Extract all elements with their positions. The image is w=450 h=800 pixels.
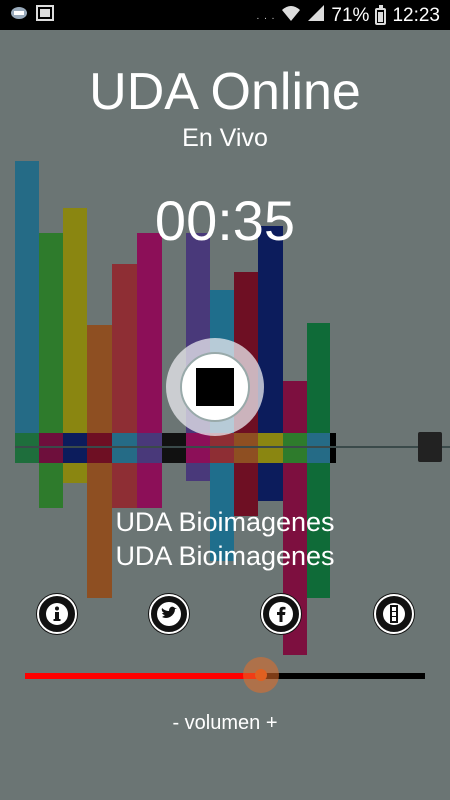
eq-bar [39, 233, 63, 433]
twitter-button[interactable] [149, 594, 189, 634]
eq-bar [234, 433, 258, 463]
volume-slider-thumb[interactable] [243, 657, 279, 693]
track-artist: UDA Bioimagenes [115, 541, 335, 571]
eq-bar [210, 433, 234, 463]
live-subtitle: En Vivo [182, 124, 268, 152]
volume-thumb-center [255, 669, 267, 681]
eq-bar [258, 463, 283, 501]
eq-bar [15, 433, 39, 463]
stop-icon [196, 368, 234, 406]
elapsed-time: 00:35 [154, 189, 296, 252]
facebook-icon [269, 602, 293, 626]
eq-bar [307, 433, 330, 463]
action-icons-row [0, 592, 450, 636]
eq-bar [87, 433, 112, 463]
eq-bar [39, 433, 63, 463]
eq-bar [112, 463, 137, 508]
eq-bar [162, 433, 186, 463]
volume-slider-fill [25, 673, 261, 679]
eq-bar [330, 433, 336, 463]
eq-bar [112, 433, 137, 463]
info-button[interactable] [37, 594, 77, 634]
more-button[interactable] [374, 594, 414, 634]
more-icon [383, 603, 405, 625]
volume-slider-track[interactable] [25, 673, 425, 679]
stream-progress-handle[interactable] [418, 432, 442, 462]
eq-bar [258, 433, 283, 463]
eq-bar [283, 433, 307, 463]
volume-label: - volumen + [172, 712, 278, 734]
facebook-button[interactable] [261, 594, 301, 634]
track-title: UDA Bioimagenes [115, 507, 335, 537]
eq-bar [112, 264, 137, 433]
eq-bar [186, 463, 210, 481]
info-icon [46, 603, 68, 625]
eq-bar [87, 325, 112, 433]
eq-bar [63, 463, 87, 483]
twitter-icon [157, 602, 181, 626]
stream-progress-track [15, 446, 450, 448]
stop-button[interactable] [166, 338, 264, 436]
eq-bar [39, 463, 63, 508]
app-title: UDA Online [89, 63, 361, 121]
eq-bar [283, 381, 307, 433]
stop-button-face [180, 352, 250, 422]
eq-bar [186, 433, 210, 463]
eq-bar [63, 433, 87, 463]
eq-bar [137, 233, 162, 433]
eq-bar [307, 323, 330, 433]
eq-bar [258, 226, 283, 433]
eq-bar [137, 433, 162, 463]
eq-bar [137, 463, 162, 508]
